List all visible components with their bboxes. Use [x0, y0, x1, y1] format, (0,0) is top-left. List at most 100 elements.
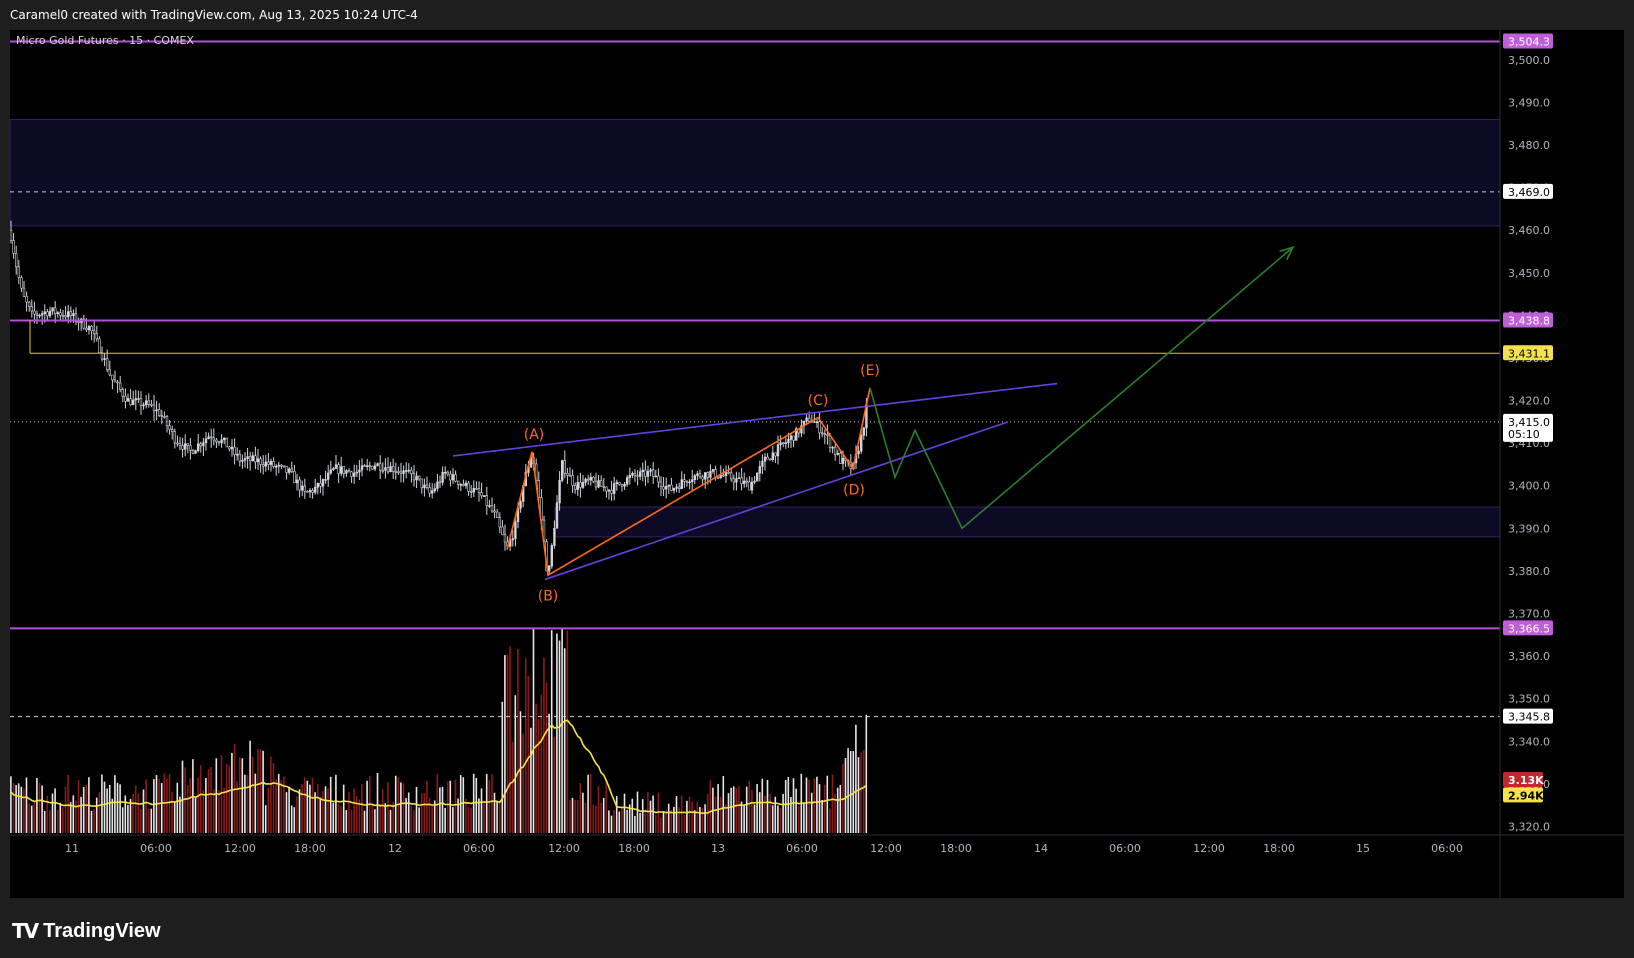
price-tick-label: 3,400.0: [1508, 480, 1550, 493]
volume-bar: [709, 780, 712, 833]
volume-bar: [280, 780, 283, 833]
volume-bar: [485, 773, 488, 833]
candle-body: [675, 486, 678, 489]
candle-body: [397, 471, 400, 473]
volume-bar: [792, 778, 795, 833]
chart-area[interactable]: (A)(B)(C)(D)(E) 3,320.03,330.03,340.03,3…: [10, 30, 1624, 898]
volume-bar: [298, 789, 301, 833]
candle-body: [607, 489, 611, 492]
candle-body: [503, 534, 507, 543]
candle-body: [576, 482, 580, 490]
volume-bar: [311, 777, 314, 833]
candle-body: [706, 472, 710, 478]
candle-body: [204, 438, 208, 443]
volume-bar: [795, 788, 797, 833]
candle-body: [618, 482, 621, 485]
volume-bar: [54, 788, 56, 833]
candle-body: [615, 482, 619, 484]
candle-body: [620, 484, 624, 487]
candle-body: [859, 435, 863, 452]
tradingview-logo[interactable]: TV TradingView: [12, 916, 161, 946]
candle-body: [236, 453, 239, 456]
candle-body: [430, 490, 434, 494]
volume-bar: [764, 795, 766, 833]
candle-body: [560, 460, 564, 481]
wave-label: (D): [843, 482, 865, 498]
candle-body: [735, 478, 738, 483]
volume-bar: [608, 810, 610, 833]
volume-bar: [197, 777, 199, 833]
candle-body: [124, 395, 127, 402]
volume-bar: [384, 803, 387, 833]
volume-bar: [277, 773, 280, 833]
volume-bar: [64, 786, 67, 833]
candle-body: [732, 478, 736, 483]
volume-bar: [43, 810, 46, 833]
volume-bar: [514, 695, 517, 833]
volume-bar: [771, 805, 774, 833]
volume-bar: [615, 796, 618, 833]
volume-bar: [556, 633, 558, 833]
candle-body: [376, 463, 379, 467]
volume-bar: [285, 792, 288, 833]
candle-body: [755, 472, 759, 482]
volume-bar: [498, 802, 501, 833]
volume-bar: [205, 777, 207, 833]
candle-body: [391, 466, 395, 472]
candle-body: [711, 469, 715, 472]
volume-bar: [618, 811, 621, 833]
candle-body: [230, 446, 234, 450]
candle-body: [807, 417, 811, 422]
volume-bar: [140, 809, 142, 833]
candle-body: [423, 484, 426, 489]
candle-body: [472, 488, 475, 493]
volume-bar: [25, 777, 28, 833]
volume-bar: [701, 807, 704, 833]
volume-bar: [491, 774, 493, 833]
volume-bar: [571, 797, 574, 833]
candle-body: [394, 471, 397, 473]
candle-body: [636, 475, 639, 478]
candle-body: [417, 475, 421, 480]
candle-body: [420, 478, 423, 489]
candle-body: [27, 301, 31, 307]
candle-body: [602, 486, 606, 488]
volume-bar: [563, 648, 566, 833]
candle-body: [651, 469, 655, 477]
candle-body: [241, 459, 244, 462]
candle-body: [703, 472, 707, 480]
volume-bar: [654, 815, 657, 833]
volume-bar: [199, 765, 202, 833]
candle-body: [98, 338, 101, 354]
volume-bar: [511, 741, 514, 833]
volume-bar: [423, 792, 426, 833]
candle-body: [761, 460, 764, 467]
time-tick-label: 12:00: [548, 842, 580, 855]
volume-bar: [264, 805, 267, 833]
volume-bar: [254, 773, 257, 833]
price-level-label: 3,504.3: [1508, 36, 1550, 49]
candle-body: [274, 465, 278, 468]
time-tick-label: 12: [388, 842, 402, 855]
candle-body: [61, 315, 65, 317]
candle-body: [722, 474, 725, 477]
volume-bar: [444, 807, 446, 833]
candle-body: [750, 481, 754, 491]
candle-body: [584, 478, 587, 483]
candle-body: [558, 480, 561, 504]
price-chart[interactable]: (A)(B)(C)(D)(E) 3,320.03,330.03,340.03,3…: [10, 30, 1624, 898]
candle-body: [43, 311, 47, 314]
candle-body: [555, 502, 559, 529]
candle-body: [337, 464, 340, 474]
volume-bar: [821, 799, 823, 833]
volume-ma-line: [10, 719, 867, 815]
candle-body: [680, 479, 684, 489]
volume-bar: [670, 809, 673, 833]
candle-body: [152, 404, 156, 412]
volume-bar: [600, 802, 602, 833]
candle-body: [646, 471, 650, 477]
candle-body: [745, 480, 749, 483]
volume-bar: [30, 805, 33, 833]
candle-body: [373, 465, 377, 470]
candle-body: [857, 450, 860, 455]
